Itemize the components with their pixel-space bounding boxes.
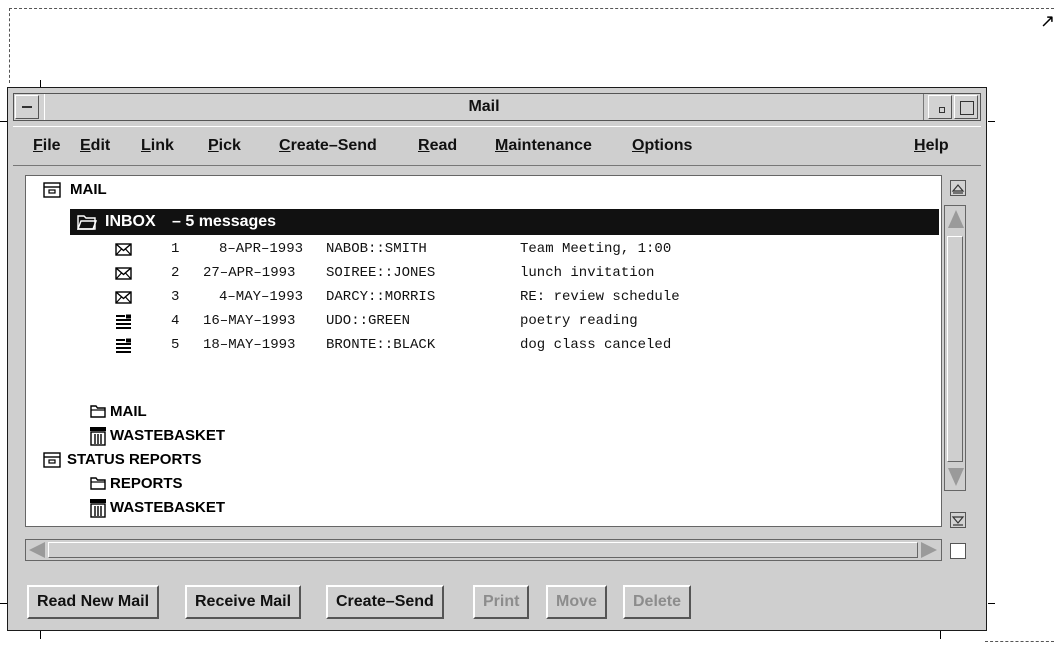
trash-icon	[90, 499, 106, 518]
frame-tick	[40, 80, 41, 87]
menu-link[interactable]: Link	[141, 137, 174, 155]
title-bar[interactable]: Mail	[13, 93, 981, 121]
folder-status-reports[interactable]: STATUS REPORTS	[67, 448, 201, 472]
triangle-up-icon	[951, 184, 965, 194]
horizontal-scroll-thumb[interactable]	[48, 542, 918, 558]
menu-pick[interactable]: Pick	[208, 137, 241, 155]
message-number: 2	[171, 265, 180, 281]
menu-bar: File Edit Link Pick Create–Send Read Mai…	[13, 126, 981, 166]
menu-file[interactable]: File	[33, 137, 61, 155]
message-subject: Team Meeting, 1:00	[520, 241, 672, 257]
move-button[interactable]: Move	[546, 585, 607, 619]
scroll-right-arrow-icon[interactable]	[921, 542, 937, 558]
receive-mail-button[interactable]: Receive Mail	[185, 585, 302, 619]
menu-maintenance[interactable]: Maintenance	[495, 137, 592, 155]
menu-read[interactable]: Read	[418, 137, 457, 155]
menu-options[interactable]: Options	[632, 137, 692, 155]
frame-tick	[0, 121, 7, 122]
note-icon	[116, 338, 131, 353]
vertical-scroll-thumb[interactable]	[947, 236, 963, 462]
open-folder-icon	[77, 215, 97, 230]
envelope-icon	[115, 243, 132, 256]
folder-message-tree[interactable]: MAIL INBOX – 5 messages 1 8–APR–1993 NAB…	[25, 175, 942, 527]
read-new-mail-button[interactable]: Read New Mail	[27, 585, 160, 619]
folder-icon	[90, 405, 106, 418]
message-list: 1 8–APR–1993 NABOB::SMITH Team Meeting, …	[26, 238, 939, 358]
message-date: 4–MAY–1993	[219, 289, 304, 305]
message-subject: RE: review schedule	[520, 289, 680, 305]
message-date: 18–MAY–1993	[203, 337, 296, 353]
collapse-all-icon[interactable]	[950, 180, 966, 196]
window-title: Mail	[44, 94, 924, 120]
expand-all-icon[interactable]	[950, 512, 966, 528]
message-subject: dog class canceled	[520, 337, 672, 353]
frame-tick	[40, 631, 41, 639]
corner-arrow-icon: ↗	[1040, 11, 1054, 31]
message-number: 3	[171, 289, 180, 305]
print-button[interactable]: Print	[473, 585, 530, 619]
message-subject: poetry reading	[520, 313, 638, 329]
message-number: 5	[171, 337, 180, 353]
message-row-5[interactable]: 5 18–MAY–1993 BRONTE::BLACK dog class ca…	[26, 334, 939, 358]
message-date: 16–MAY–1993	[203, 313, 296, 329]
horizontal-scrollbar[interactable]	[25, 539, 942, 561]
message-row-3[interactable]: 3 4–MAY–1993 DARCY::MORRIS RE: review sc…	[26, 286, 939, 310]
folder-wastebasket-2[interactable]: WASTEBASKET	[110, 496, 225, 520]
tree-root-label: MAIL	[70, 181, 107, 198]
message-sender: DARCY::MORRIS	[326, 289, 436, 305]
scroll-up-arrow-icon[interactable]	[948, 210, 964, 228]
message-date: 8–APR–1993	[219, 241, 304, 257]
folder-label: STATUS REPORTS	[67, 451, 202, 468]
message-sender: UDO::GREEN	[326, 313, 411, 329]
message-subject: lunch invitation	[520, 265, 655, 281]
vertical-scrollbar[interactable]	[944, 205, 966, 491]
desktop-dashed-border-left	[9, 8, 10, 83]
frame-tick	[0, 603, 7, 604]
envelope-icon	[115, 291, 132, 304]
message-row-1[interactable]: 1 8–APR–1993 NABOB::SMITH Team Meeting, …	[26, 238, 939, 262]
folder-icon	[90, 477, 106, 490]
note-icon	[116, 314, 131, 329]
inbox-label: INBOX	[105, 213, 156, 230]
message-number: 4	[171, 313, 180, 329]
message-date: 27–APR–1993	[203, 265, 296, 281]
mail-window: Mail File Edit Link Pick Create–Send Rea…	[7, 87, 987, 631]
minimize-button[interactable]	[928, 95, 952, 119]
frame-tick	[988, 603, 995, 604]
create-send-button[interactable]: Create–Send	[326, 585, 444, 619]
message-sender: BRONTE::BLACK	[326, 337, 436, 353]
message-sender: SOIREE::JONES	[326, 265, 436, 281]
trash-icon	[90, 427, 106, 446]
scroll-down-arrow-icon[interactable]	[948, 468, 964, 486]
folder-mail[interactable]: MAIL	[110, 400, 147, 424]
frame-tick	[940, 631, 941, 639]
folder-wastebasket[interactable]: WASTEBASKET	[110, 424, 225, 448]
scroll-corner-box	[950, 543, 966, 559]
message-sender: NABOB::SMITH	[326, 241, 427, 257]
frame-tick	[988, 121, 995, 122]
folder-label: REPORTS	[110, 475, 183, 492]
desktop-dashed-border-top	[9, 8, 1054, 9]
menu-edit[interactable]: Edit	[80, 137, 110, 155]
message-row-4[interactable]: 4 16–MAY–1993 UDO::GREEN poetry reading	[26, 310, 939, 334]
drawer-icon	[43, 452, 61, 468]
tree-root-mail[interactable]: MAIL	[70, 178, 107, 202]
folder-reports[interactable]: REPORTS	[110, 472, 183, 496]
delete-button[interactable]: Delete	[623, 585, 692, 619]
check-box-icon	[951, 516, 965, 526]
message-row-2[interactable]: 2 27–APR–1993 SOIREE::JONES lunch invita…	[26, 262, 939, 286]
message-number: 1	[171, 241, 180, 257]
menu-help[interactable]: Help	[914, 137, 949, 155]
folder-label: WASTEBASKET	[110, 427, 226, 444]
scroll-left-arrow-icon[interactable]	[29, 542, 45, 558]
drawer-icon	[43, 182, 61, 198]
menu-create-send[interactable]: Create–Send	[279, 137, 377, 155]
desktop-dashed-border-bottom	[985, 641, 1054, 642]
inbox-message-count: – 5 messages	[172, 213, 277, 230]
window-menu-button[interactable]	[15, 95, 39, 119]
envelope-icon	[115, 267, 132, 280]
folder-label: WASTEBASKET	[110, 499, 226, 516]
folder-label: MAIL	[110, 403, 147, 420]
maximize-button[interactable]	[954, 95, 978, 119]
